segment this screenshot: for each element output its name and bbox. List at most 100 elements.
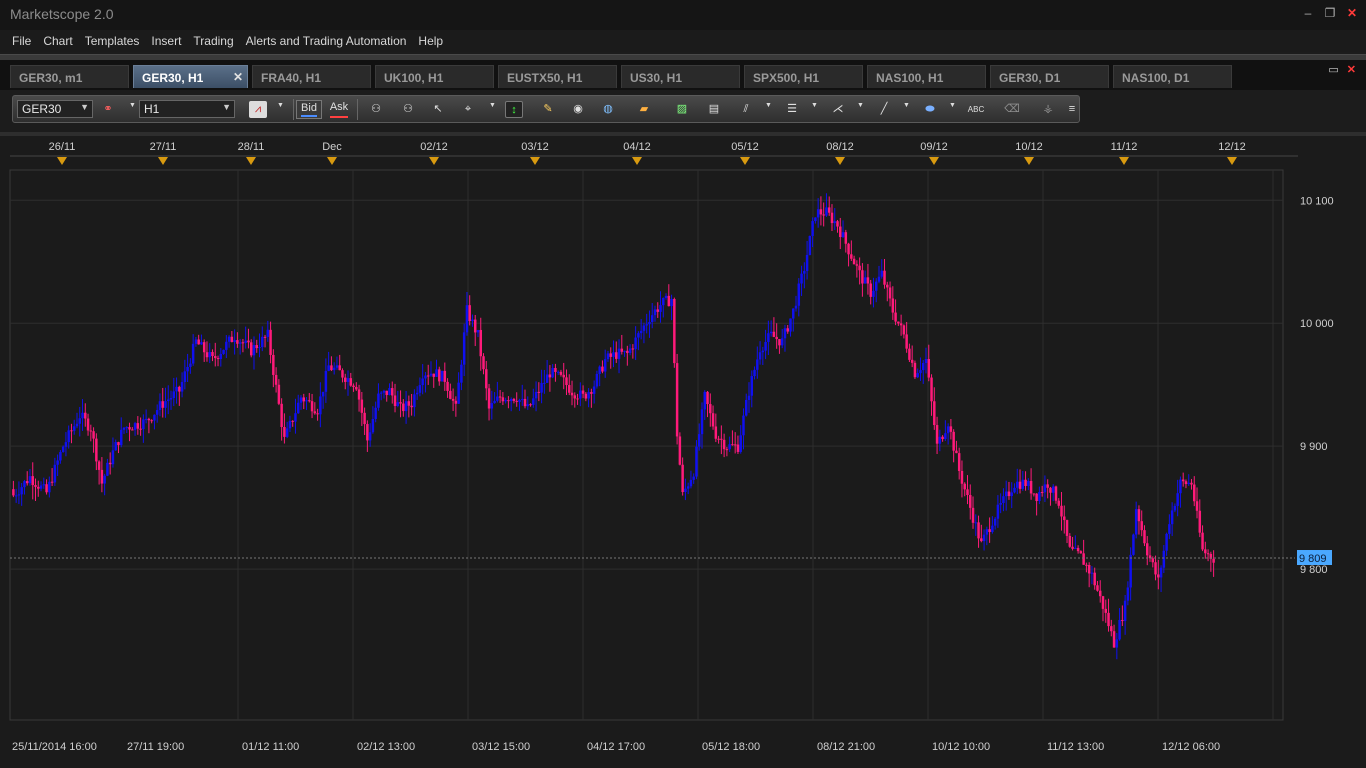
zoom-in-icon[interactable]: ⚇ [367, 101, 385, 118]
candle-body [119, 429, 123, 446]
candle-body [650, 315, 654, 323]
menu-templates[interactable]: Templates [79, 30, 146, 52]
maximize-chart-icon[interactable]: ▭ [1328, 63, 1338, 76]
tab-nas100-h1[interactable]: NAS100, H1 [867, 65, 986, 88]
crosshair-icon[interactable]: ⌖ [459, 101, 477, 118]
candle-body [418, 385, 422, 393]
menu-icon[interactable]: ≡ [1063, 101, 1081, 118]
candle-body [291, 420, 294, 422]
candle-body [233, 340, 236, 342]
candle-body [357, 389, 361, 400]
candle-body [244, 340, 247, 343]
candle-body [258, 347, 261, 349]
candle-body [615, 352, 618, 359]
line-icon[interactable]: ╱ [875, 101, 893, 118]
ask-button[interactable]: Ask [326, 100, 352, 119]
candle-body [686, 486, 690, 489]
candle-body [335, 365, 339, 368]
tab-ger30-d1[interactable]: GER30, D1 [990, 65, 1109, 88]
candle-body [1057, 500, 1060, 506]
candle-body [957, 453, 961, 471]
chart-canvas[interactable]: 26/11 27/11 28/11 Dec 02/12 03/12 04/12 05/12 08… [0, 136, 1366, 768]
link-icon[interactable]: ⚭ [99, 101, 117, 118]
candle-body [67, 430, 70, 443]
candle-body [822, 214, 825, 216]
instrument-select[interactable]: GER30 ▼ [17, 100, 93, 118]
tab-ger30-m1[interactable]: GER30, m1 [10, 65, 129, 88]
menu-chart[interactable]: Chart [37, 30, 78, 52]
fan-icon[interactable]: ⋌ [829, 101, 847, 118]
chevron-down-icon[interactable]: ▼ [765, 102, 772, 109]
globe-icon[interactable]: ◍ [599, 101, 617, 118]
candle-body [532, 398, 535, 405]
candle-body [42, 484, 46, 486]
candle-body [554, 367, 557, 372]
chevron-down-icon[interactable]: ▼ [857, 102, 864, 109]
chart-type-icon[interactable]: ⩘ [249, 101, 267, 118]
candle-body [797, 283, 801, 306]
ruler-icon[interactable]: ▰ [635, 101, 653, 118]
candle-body [53, 464, 57, 483]
candle-body [321, 391, 325, 397]
menu-file[interactable]: File [6, 30, 37, 52]
candle-body [108, 462, 112, 465]
window-icon[interactable]: ▤ [705, 101, 723, 118]
date-tick-label: 05/12 [731, 141, 759, 153]
tab-nas100-d1[interactable]: NAS100, D1 [1113, 65, 1232, 88]
channel-icon[interactable]: ⫽ [737, 101, 755, 118]
candle-body [133, 423, 137, 430]
bid-button[interactable]: Bid [296, 100, 322, 119]
eye-icon[interactable]: ◉ [569, 101, 587, 118]
image-icon[interactable]: ▨ [673, 101, 691, 118]
zoom-out-icon[interactable]: ⚇ [399, 101, 417, 118]
chevron-down-icon[interactable]: ▼ [903, 102, 910, 109]
menu-trading[interactable]: Trading [187, 30, 239, 52]
menu-help[interactable]: Help [412, 30, 449, 52]
trade-icon[interactable]: ↕ [505, 101, 523, 118]
chevron-down-icon[interactable]: ▼ [129, 102, 136, 109]
candle-body [709, 404, 712, 414]
menu-alerts[interactable]: Alerts and Trading Automation [240, 30, 413, 52]
minimize-button[interactable]: – [1302, 6, 1314, 20]
candle-body [266, 329, 270, 337]
candle-body [504, 400, 507, 402]
chevron-down-icon[interactable]: ▼ [277, 102, 284, 109]
candle-body [1040, 492, 1044, 494]
edit-icon[interactable]: ✎ [539, 101, 557, 118]
timeframe-select[interactable]: H1 ▼ [139, 100, 235, 118]
candle-body [924, 358, 928, 363]
candle-body [808, 235, 812, 255]
close-button[interactable]: ✕ [1346, 6, 1358, 20]
levels-icon[interactable]: ☰ [783, 101, 801, 118]
tree-icon[interactable]: ⚶ [1039, 101, 1057, 118]
tab-uk100-h1[interactable]: UK100, H1 [375, 65, 494, 88]
date-tick-label: 27/11 [150, 141, 177, 153]
candle-body [1054, 486, 1058, 501]
candle-body [551, 367, 554, 378]
candle-body [194, 339, 198, 344]
chevron-down-icon[interactable]: ▼ [811, 102, 818, 109]
date-tick-label: 12/12 [1218, 141, 1246, 153]
close-chart-icon[interactable]: ✕ [1347, 63, 1356, 76]
ellipse-icon[interactable]: ⬬ [921, 101, 939, 118]
candle-body [1159, 567, 1163, 578]
cursor-icon[interactable]: ↖ [429, 101, 447, 118]
restore-button[interactable]: ❐ [1324, 6, 1336, 20]
chevron-down-icon[interactable]: ▼ [949, 102, 956, 109]
tab-ger30-h1[interactable]: GER30, H1 ✕ [133, 65, 248, 88]
eraser-icon[interactable]: ⌫ [1003, 101, 1021, 118]
tab-eustx50-h1[interactable]: EUSTX50, H1 [498, 65, 617, 88]
candle-body [17, 494, 21, 496]
candle-body [742, 415, 745, 436]
tab-us30-h1[interactable]: US30, H1 [621, 65, 740, 88]
text-icon[interactable]: ABC [967, 101, 985, 118]
close-tab-icon[interactable]: ✕ [233, 70, 243, 84]
menu-insert[interactable]: Insert [145, 30, 187, 52]
tab-spx500-h1[interactable]: SPX500, H1 [744, 65, 863, 88]
chevron-down-icon[interactable]: ▼ [489, 102, 496, 109]
time-tick-label: 11/12 13:00 [1047, 741, 1104, 753]
price-chart[interactable]: 26/11 27/11 28/11 Dec 02/12 03/12 04/12 05/12 08… [0, 136, 1366, 768]
candle-body [460, 364, 463, 383]
candle-body [974, 522, 978, 524]
tab-fra40-h1[interactable]: FRA40, H1 [252, 65, 371, 88]
